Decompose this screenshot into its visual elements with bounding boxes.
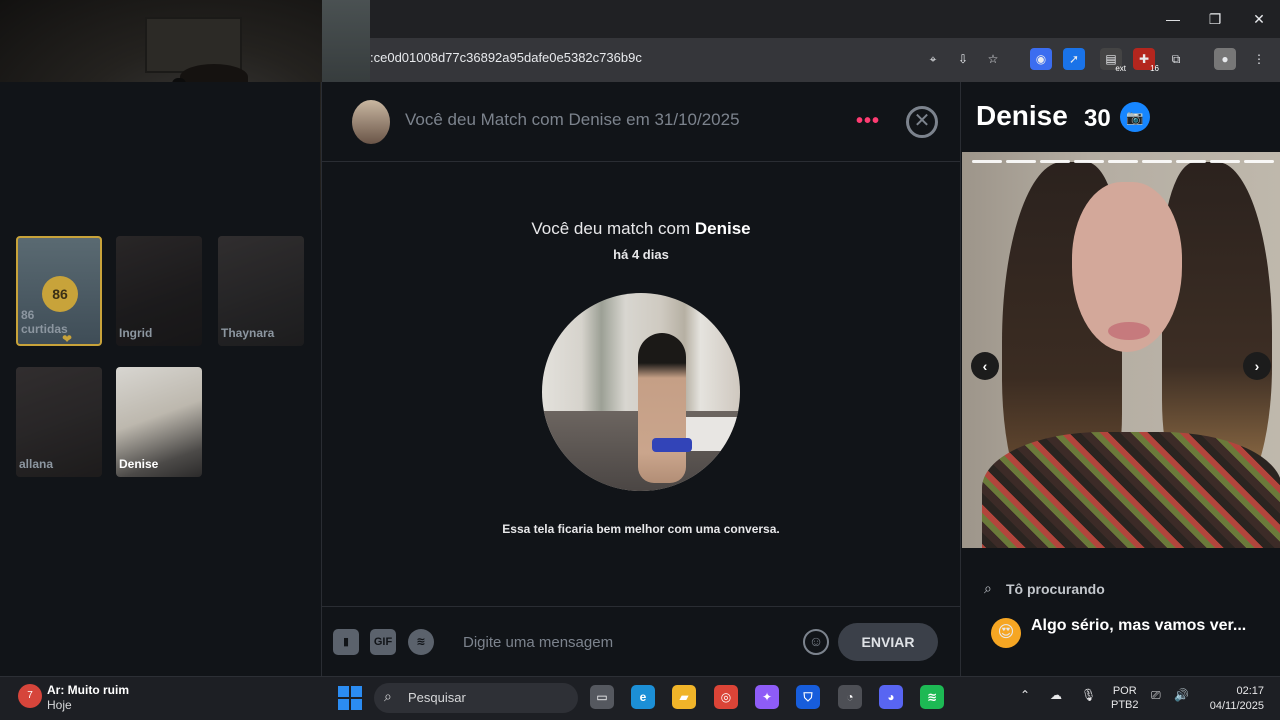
edge-icon[interactable]: e	[631, 685, 655, 709]
send-button[interactable]: ENVIAR	[838, 623, 938, 661]
puzzle-icon[interactable]: ⧉	[1165, 48, 1187, 70]
avatar[interactable]	[352, 100, 390, 144]
discord-icon[interactable]: ◕	[879, 685, 903, 709]
chrome-icon[interactable]: ◎	[714, 685, 738, 709]
photo-progress-segment[interactable]	[1176, 160, 1206, 163]
weather-day: Hoje	[47, 698, 72, 712]
close-chat-button[interactable]: ✕	[906, 106, 938, 138]
photo-progress-segment[interactable]	[1006, 160, 1036, 163]
extension-red-icon[interactable]: ✚ 16	[1133, 48, 1159, 73]
extension-badge: 16	[1150, 64, 1159, 73]
match-card-denise[interactable]: Denise	[116, 367, 202, 477]
search-icon: ⌕	[984, 580, 992, 596]
show-hidden-icons-icon[interactable]: ⌃	[1020, 688, 1030, 702]
weather-widget-icon[interactable]: 7	[18, 684, 42, 708]
input-language[interactable]: POR PTB2	[1111, 684, 1139, 712]
profile-icon[interactable]: ●	[1214, 48, 1236, 70]
spotify-share-icon[interactable]: ≋	[408, 629, 434, 655]
extension-ext-icon[interactable]: ▤ ext	[1100, 48, 1126, 73]
conversation-hint: Essa tela ficaria bem melhor com uma con…	[502, 522, 780, 536]
contact-card-icon[interactable]: ▮	[333, 629, 359, 655]
profile-photo[interactable]: ‹ ›	[962, 152, 1280, 548]
likes-caption: 86 curtidas	[21, 308, 68, 336]
taskbar-search[interactable]	[374, 683, 578, 713]
location-icon[interactable]: ⌖	[922, 48, 944, 70]
network-icon[interactable]: ⎚	[1151, 688, 1161, 703]
heart-icon: ❤	[62, 332, 73, 346]
match-name: Denise	[119, 457, 159, 471]
emoji-icon[interactable]: ☺	[803, 629, 829, 655]
extension-blue-icon[interactable]: ◉	[1030, 48, 1052, 70]
match-date-text: Você deu Match com Denise em 31/10/2025	[405, 110, 740, 129]
match-card-thaynara[interactable]: Thaynara	[218, 236, 304, 346]
match-title: Você deu match com Denise	[531, 219, 751, 238]
profile-name: Denise	[976, 100, 1068, 131]
bookmark-star-icon[interactable]: ☆	[982, 48, 1004, 70]
photo-progress-segment[interactable]	[1040, 160, 1070, 163]
weather-status[interactable]: Ar: Muito ruim	[47, 683, 129, 697]
profile-age: 30	[1084, 105, 1111, 132]
app-red-icon[interactable]: ◔	[838, 685, 862, 709]
looking-for-label: Tô procurando	[1006, 581, 1105, 597]
menu-icon[interactable]: ⋮	[1248, 48, 1270, 70]
restore-button[interactable]: ❐	[1203, 8, 1227, 30]
match-card-allana[interactable]: allana	[16, 367, 102, 477]
onedrive-icon[interactable]: ☁	[1050, 688, 1062, 702]
file-explorer-icon[interactable]: ▰	[672, 685, 696, 709]
verified-badge-icon: 📷	[1120, 102, 1150, 132]
system-clock[interactable]: 02:17 04/11/2025	[1202, 684, 1264, 714]
photo-progress-segment[interactable]	[1210, 160, 1240, 163]
extension-arrow-icon[interactable]: ➚	[1063, 48, 1085, 70]
start-button[interactable]	[338, 686, 362, 710]
photo-progress-segment[interactable]	[972, 160, 1002, 163]
more-options-icon[interactable]: •••	[856, 110, 880, 133]
volume-icon[interactable]: 🔊	[1174, 688, 1189, 702]
extension-badge: ext	[1115, 64, 1126, 73]
match-photo[interactable]	[542, 293, 740, 491]
minimize-button[interactable]: —	[1161, 8, 1185, 30]
next-photo-button[interactable]: ›	[1243, 352, 1271, 380]
prev-photo-button[interactable]: ‹	[971, 352, 999, 380]
bitwarden-icon[interactable]: ⛉	[796, 685, 820, 709]
photo-progress-segment[interactable]	[1074, 160, 1104, 163]
photo-progress-segment[interactable]	[1142, 160, 1172, 163]
match-ago: há 4 dias	[613, 247, 669, 262]
close-window-button[interactable]: ✕	[1247, 8, 1271, 30]
match-card-ingrid[interactable]: Ingrid	[116, 236, 202, 346]
match-name: Ingrid	[119, 326, 153, 340]
likes-card[interactable]: 86 86 curtidas ❤	[16, 236, 102, 346]
search-icon: ⌕	[384, 688, 392, 704]
photo-progress-segment[interactable]	[1244, 160, 1274, 163]
microphone-icon[interactable]: 🎙	[1081, 688, 1096, 702]
task-view-icon[interactable]: ▭	[590, 685, 614, 709]
taskbar-search-label: Pesquisar	[408, 690, 466, 705]
match-name: allana	[19, 457, 54, 471]
spotify-icon[interactable]: ≋	[920, 685, 944, 709]
address-bar-url[interactable]: :ce0d01008d77c36892a95dafe0e5382c736b9c	[370, 50, 642, 65]
likes-count-badge: 86	[42, 276, 78, 312]
copilot-icon[interactable]: ✦	[755, 685, 779, 709]
relationship-goal: Algo sério, mas vamos ver...	[1031, 617, 1247, 634]
message-input[interactable]	[463, 632, 783, 652]
install-icon[interactable]: ⇩	[952, 48, 974, 70]
photo-progress-segment[interactable]	[1108, 160, 1138, 163]
match-name: Thaynara	[221, 326, 275, 340]
gif-button[interactable]: GIF	[370, 629, 396, 655]
heart-eyes-emoji-icon: 😍	[991, 618, 1021, 648]
